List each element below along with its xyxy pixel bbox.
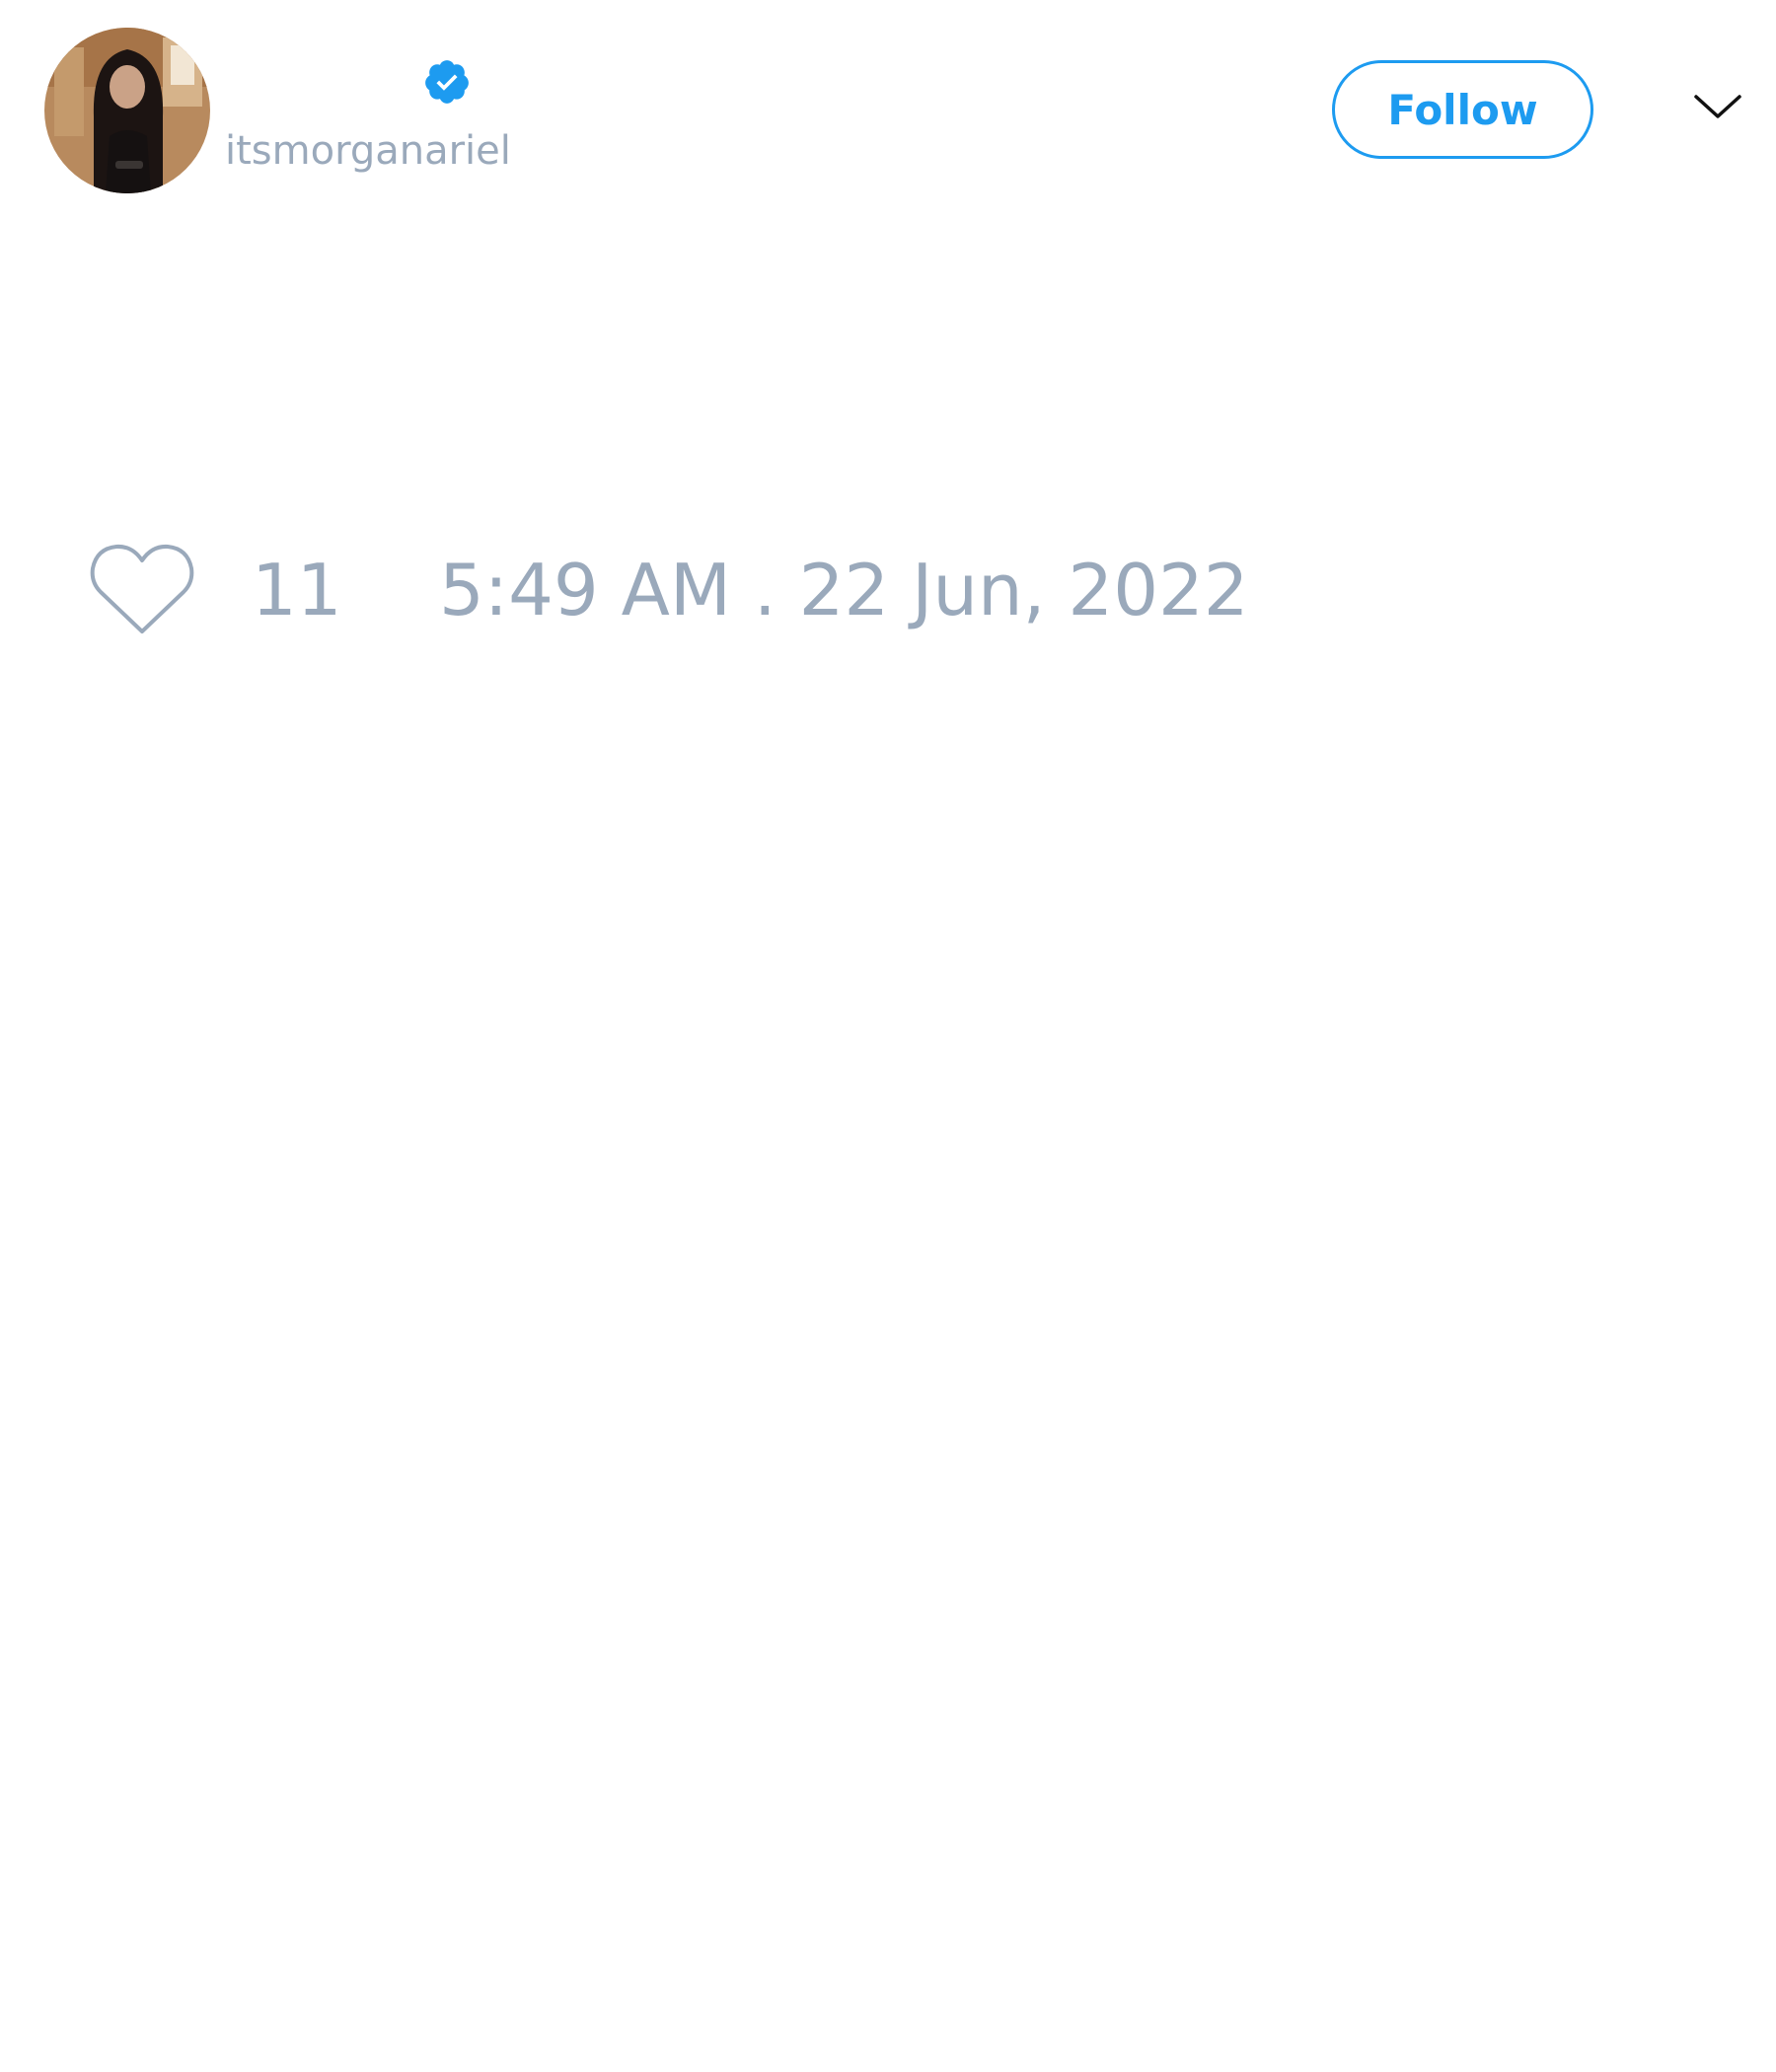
tweet-timestamp[interactable]: 5:49 AM . 22 Jun, 2022	[439, 551, 1249, 629]
author-handle[interactable]: itsmorganariel	[225, 125, 511, 177]
like-count: 11	[252, 549, 342, 631]
chevron-down-icon[interactable]	[1692, 91, 1743, 122]
verified-badge-icon	[425, 60, 469, 104]
tweet-card: itsmorganariel Follow 11 5:49 AM . 22 Ju…	[0, 0, 1776, 2072]
follow-button[interactable]: Follow	[1332, 60, 1593, 159]
avatar-photo	[44, 28, 210, 193]
avatar[interactable]	[44, 28, 210, 193]
heart-icon[interactable]	[89, 541, 195, 637]
